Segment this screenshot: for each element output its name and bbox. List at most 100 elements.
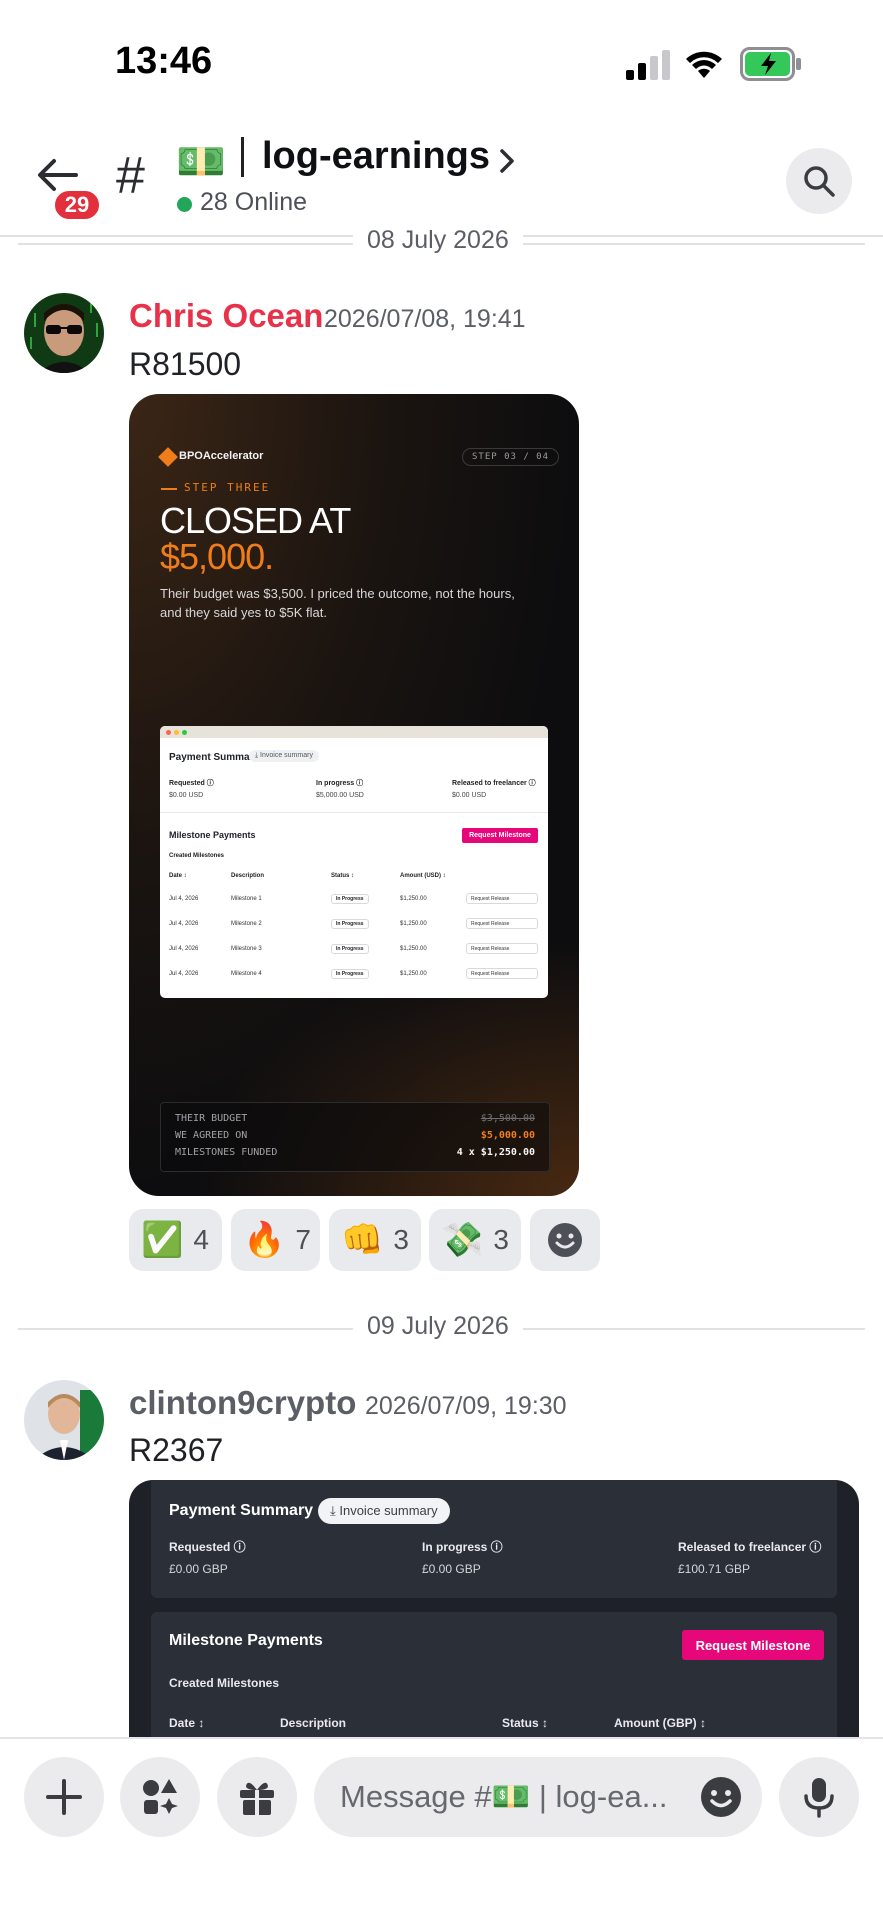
message-timestamp: 2026/07/08, 19:41	[324, 305, 526, 333]
reaction-check[interactable]: ✅ 4	[129, 1209, 222, 1271]
step-accent-line	[161, 488, 177, 490]
online-count: 28 Online	[200, 188, 308, 216]
card-amount: $5,000.	[160, 536, 274, 577]
search-icon	[804, 166, 835, 197]
row-amount: $1,250.00	[400, 896, 427, 902]
deal-label: WE AGREED ON	[175, 1130, 248, 1141]
status-time: 13:46	[115, 40, 213, 82]
invoice-summary-pill: ⤓ Invoice summary	[249, 750, 319, 762]
payment-summary-title: Payment Summary	[169, 1502, 314, 1519]
reaction-fist[interactable]: 👊 3	[329, 1209, 421, 1271]
summary-value: $0.00 USD	[169, 792, 204, 799]
row-description: Milestone 1	[231, 896, 262, 902]
fire-icon: 🔥	[243, 1221, 286, 1259]
microphone-icon	[804, 1778, 834, 1818]
section-divider	[160, 812, 548, 813]
step-pill: STEP 03 / 04	[462, 448, 560, 466]
battery-icon	[740, 47, 801, 81]
deal-value: $3,500.00	[480, 1113, 535, 1124]
search-button[interactable]	[786, 148, 852, 214]
request-release-button: Request Release	[466, 968, 538, 979]
gift-icon	[240, 1782, 274, 1815]
unread-badge: 29	[52, 188, 102, 222]
summary-label: In progress ⓘ	[422, 1540, 503, 1554]
row-amount: $1,250.00	[400, 971, 427, 977]
avatar[interactable]	[24, 1380, 104, 1460]
window-dot	[166, 730, 171, 735]
table-header: Description	[231, 873, 265, 879]
reaction-fire[interactable]: 🔥 7	[231, 1209, 320, 1271]
add-reaction-icon	[548, 1223, 582, 1257]
deal-label: MILESTONES FUNDED	[175, 1147, 278, 1158]
row-description: Milestone 4	[231, 971, 262, 977]
milestone-payments-title: Milestone Payments	[169, 1632, 323, 1649]
summary-value: $0.00 USD	[452, 792, 487, 799]
created-milestones-label: Created Milestones	[169, 1676, 280, 1690]
emoji-picker-icon[interactable]	[700, 1776, 742, 1818]
table-header: Status ↕	[502, 1716, 549, 1730]
add-reaction-button[interactable]	[530, 1209, 600, 1271]
reaction-count: 4	[193, 1224, 209, 1255]
reaction-count: 7	[295, 1224, 311, 1255]
message-input-placeholder: Message #💵 | log-ea...	[340, 1779, 668, 1814]
fist-icon: 👊	[341, 1221, 384, 1259]
table-header: Amount (GBP) ↕	[614, 1716, 706, 1730]
step-label: STEP THREE	[184, 481, 271, 494]
message-author[interactable]: Chris Ocean	[129, 297, 323, 335]
created-milestones-label: Created Milestones	[169, 853, 225, 859]
row-date: Jul 4, 2026	[169, 946, 199, 952]
reaction-money-wings[interactable]: 💸 3	[429, 1209, 521, 1271]
invoice-summary-pill: ⤓ Invoice summary	[318, 1498, 450, 1524]
summary-value: £100.71 GBP	[678, 1562, 751, 1576]
row-description: Milestone 3	[231, 946, 262, 952]
avatar[interactable]	[24, 293, 104, 373]
payment-summary-screenshot: Payment Summary ⤓ Invoice summary Reques…	[160, 726, 548, 998]
message-author[interactable]: clinton9crypto	[129, 1384, 356, 1422]
row-status: In Progress	[331, 919, 369, 929]
channel-name[interactable]: log-earnings	[262, 135, 490, 178]
message-timestamp: 2026/07/09, 19:30	[365, 1392, 567, 1420]
request-release-button: Request Release	[466, 893, 538, 904]
summary-value: £0.00 GBP	[169, 1562, 228, 1576]
message-input[interactable]: Message #💵 | log-ea...	[314, 1757, 762, 1837]
wifi-icon	[686, 51, 722, 78]
deal-label: THEIR BUDGET	[175, 1113, 248, 1124]
row-date: Jul 4, 2026	[169, 896, 199, 902]
message-image-attachment[interactable]: BPOAccelerator STEP 03 / 04 STEP THREE C…	[129, 394, 579, 1196]
deal-summary-box: THEIR BUDGET $3,500.00 WE AGREED ON $5,0…	[160, 1102, 550, 1172]
reaction-count: 3	[393, 1224, 409, 1255]
check-mark-icon: ✅	[141, 1221, 184, 1259]
summary-label: Requested ⓘ	[169, 780, 214, 787]
apps-button[interactable]	[120, 1757, 200, 1837]
summary-label: Released to freelancer ⓘ	[452, 780, 536, 787]
summary-label: In progress ⓘ	[316, 780, 364, 787]
channel-hash-icon: #	[116, 147, 145, 205]
summary-label: Released to freelancer ⓘ	[678, 1540, 822, 1554]
gift-button[interactable]	[217, 1757, 297, 1837]
message-text: R81500	[129, 346, 242, 382]
request-release-button: Request Release	[466, 918, 538, 929]
request-release-button: Request Release	[466, 943, 538, 954]
milestone-payments-title: Milestone Payments	[169, 830, 256, 840]
summary-value: £0.00 GBP	[422, 1562, 481, 1576]
card-description: Their budget was $3,500. I priced the ou…	[160, 586, 515, 620]
message-text: R2367	[129, 1432, 224, 1468]
voice-message-button[interactable]	[779, 1757, 859, 1837]
row-amount: $1,250.00	[400, 921, 427, 927]
window-titlebar	[160, 726, 548, 738]
money-emoji-icon: 💵	[176, 140, 226, 184]
channel-name-separator	[241, 137, 244, 177]
card-logo: BPOAccelerator	[179, 450, 264, 462]
online-indicator	[177, 197, 192, 212]
table-header: Date ↕	[169, 1716, 205, 1730]
row-description: Milestone 2	[231, 921, 262, 927]
signal-icon	[626, 50, 670, 80]
money-with-wings-icon: 💸	[441, 1221, 484, 1259]
message-image-attachment[interactable]: Payment Summary ⤓ Invoice summary Reques…	[129, 1480, 859, 1740]
row-date: Jul 4, 2026	[169, 921, 199, 927]
window-dot	[182, 730, 187, 735]
chevron-right-icon[interactable]	[498, 147, 516, 175]
logo-mark-icon	[158, 447, 178, 467]
payment-summary-title: Payment Summary	[169, 752, 260, 763]
add-attachment-button[interactable]	[24, 1757, 104, 1837]
